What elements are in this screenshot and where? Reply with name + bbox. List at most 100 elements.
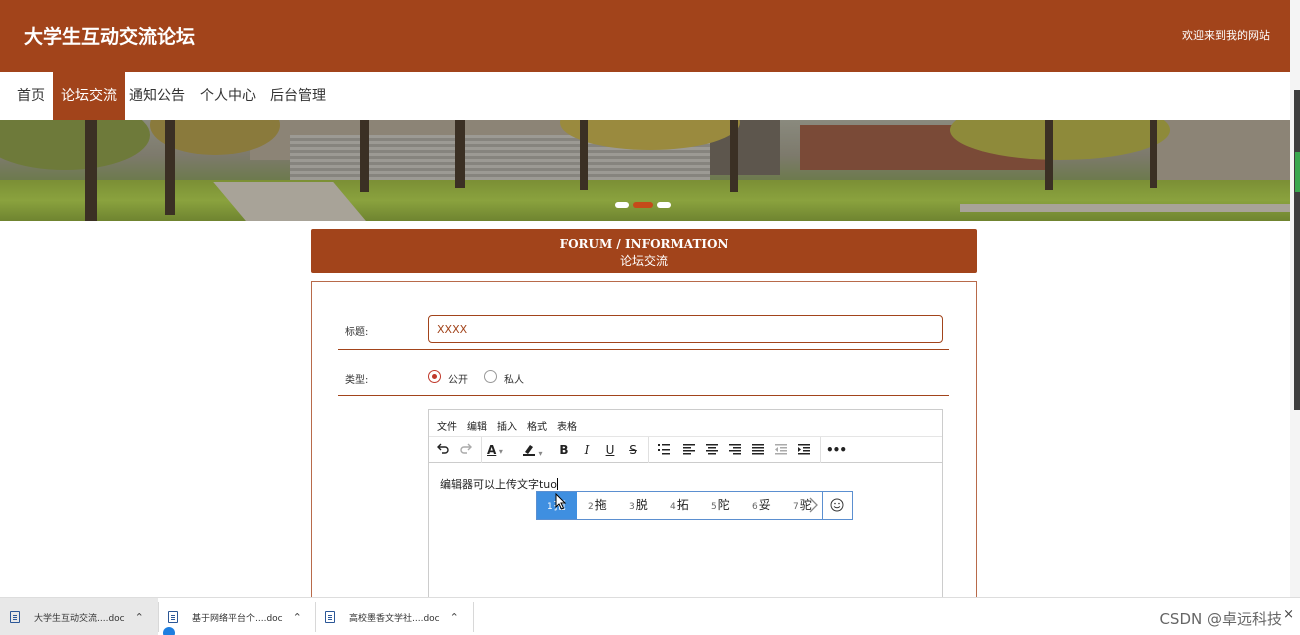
toolbar-separator: [481, 437, 482, 463]
mouse-cursor-icon: [555, 492, 567, 515]
form-divider: [338, 349, 949, 350]
banner-tree-trunk: [455, 120, 465, 188]
ime-candidate-bar: 1拖 2拖 3脱 4拓 5陀 6妥 7驼: [536, 491, 853, 520]
indent-icon[interactable]: [796, 442, 812, 458]
ime-candidate[interactable]: 4拓: [670, 492, 689, 519]
editor-content[interactable]: 编辑器可以上传文字tuo: [440, 476, 559, 492]
toolbar-separator: [648, 437, 649, 463]
page: 大学生互动交流论坛 欢迎来到我的网站 首页 论坛交流 通知公告 个人中心 后台管…: [0, 0, 1300, 635]
nav-item-admin[interactable]: 后台管理: [262, 72, 334, 120]
carousel-dot[interactable]: [615, 202, 629, 208]
text-color-icon[interactable]: A ▾: [487, 442, 517, 458]
download-item[interactable]: 高校墨香文学社....doc ⌃: [315, 598, 473, 635]
bold-icon[interactable]: B: [556, 442, 572, 458]
download-item[interactable]: 基于网络平台个....doc ⌃: [158, 598, 315, 635]
smiley-icon[interactable]: [830, 498, 844, 514]
carousel-dot-active[interactable]: [633, 202, 653, 208]
menu-insert[interactable]: 插入: [497, 418, 517, 433]
undo-icon[interactable]: [435, 442, 451, 458]
nav-item-notices[interactable]: 通知公告: [121, 72, 193, 120]
candidate-text: 拖: [594, 498, 607, 512]
underline-icon[interactable]: U: [602, 442, 618, 458]
menu-format[interactable]: 格式: [527, 418, 547, 433]
download-item-label: 基于网络平台个....doc: [192, 613, 283, 624]
section-header: FORUM / INFORMATION 论坛交流: [311, 229, 977, 273]
banner-tree-trunk: [85, 120, 97, 221]
strikethrough-icon[interactable]: S: [625, 442, 641, 458]
nav-item-personal-center[interactable]: 个人中心: [192, 72, 264, 120]
section-title-cn: 论坛交流: [619, 254, 668, 268]
radio-public[interactable]: [428, 370, 441, 383]
form-divider: [338, 395, 949, 396]
divider: [473, 602, 474, 632]
nav-item-forum[interactable]: 论坛交流: [53, 72, 125, 120]
download-bar: 大学生互动交流....doc ⌃ 基于网络平台个....doc ⌃ 高校墨香文学…: [0, 597, 1300, 635]
editor-text: 编辑器可以上传文字tuo: [440, 478, 558, 491]
banner-path: [960, 204, 1290, 212]
site-title[interactable]: 大学生互动交流论坛: [24, 22, 195, 49]
banner-lawn: [0, 180, 1290, 221]
candidate-text: 妥: [758, 498, 771, 512]
align-right-icon[interactable]: [727, 442, 743, 458]
text-caret: [557, 478, 559, 490]
menu-edit[interactable]: 编辑: [467, 418, 487, 433]
banner-carousel[interactable]: [0, 120, 1290, 221]
candidate-number: 3: [629, 502, 635, 512]
candidate-number: 1: [547, 502, 553, 512]
justify-icon[interactable]: [750, 442, 766, 458]
italic-icon[interactable]: I: [579, 442, 595, 458]
chevron-up-icon[interactable]: ⌃: [293, 611, 302, 624]
download-item-label: 大学生互动交流....doc: [34, 613, 125, 624]
outdent-icon[interactable]: [773, 442, 789, 458]
download-item[interactable]: 大学生互动交流....doc ⌃: [0, 598, 158, 635]
banner-tree-trunk: [360, 120, 369, 192]
highlight-icon[interactable]: ▾: [522, 442, 552, 458]
banner-tree-trunk: [730, 120, 738, 192]
close-icon[interactable]: ×: [1283, 607, 1294, 622]
ime-separator: [822, 492, 823, 519]
carousel-dot[interactable]: [657, 202, 671, 208]
chevron-up-icon[interactable]: ⌃: [135, 611, 144, 624]
more-icon[interactable]: •••: [826, 442, 847, 458]
document-icon: [325, 611, 335, 623]
ime-candidate[interactable]: 3脱: [629, 492, 648, 519]
redo-icon[interactable]: [458, 442, 474, 458]
banner-building: [1150, 120, 1290, 180]
candidate-text: 拓: [676, 498, 689, 512]
csdn-watermark: CSDN @卓远科技: [1159, 610, 1282, 628]
banner-tree-trunk: [1045, 120, 1053, 190]
toolbar-separator: [820, 437, 821, 463]
candidate-text: 陀: [717, 498, 730, 512]
nav-item-home[interactable]: 首页: [9, 72, 53, 120]
carousel-indicators: [615, 202, 671, 208]
title-input[interactable]: [428, 315, 943, 343]
ime-candidate[interactable]: 5陀: [711, 492, 730, 519]
ime-candidate[interactable]: 2拖: [588, 492, 607, 519]
scrollbar-marker: [1295, 152, 1300, 192]
ime-candidate[interactable]: 6妥: [752, 492, 771, 519]
align-left-icon[interactable]: [681, 442, 697, 458]
radio-private-label[interactable]: 私人: [504, 371, 524, 386]
candidate-number: 6: [752, 502, 758, 512]
welcome-text: 欢迎来到我的网站: [1182, 29, 1270, 42]
candidate-number: 2: [588, 502, 594, 512]
radio-public-label[interactable]: 公开: [448, 371, 468, 386]
menu-table[interactable]: 表格: [557, 418, 577, 433]
banner-tree-trunk: [580, 120, 588, 190]
align-center-icon[interactable]: [704, 442, 720, 458]
editor-menubar: 文件 编辑 插入 格式 表格: [429, 410, 942, 437]
type-label: 类型:: [345, 375, 369, 386]
site-header: 大学生互动交流论坛 欢迎来到我的网站: [0, 0, 1290, 72]
menu-file[interactable]: 文件: [437, 418, 457, 433]
radio-private[interactable]: [484, 370, 497, 383]
banner-tree-trunk: [165, 120, 175, 215]
notification-dot: [163, 627, 175, 635]
numbered-list-icon[interactable]: [656, 442, 672, 458]
candidate-text: 脱: [635, 498, 648, 512]
chevron-up-icon[interactable]: ⌃: [450, 611, 459, 624]
chevron-right-icon[interactable]: [807, 496, 819, 516]
document-icon: [168, 611, 178, 623]
scrollbar-thumb[interactable]: [1294, 90, 1300, 410]
candidate-number: 4: [670, 502, 676, 512]
editor-toolbar: A ▾ ▾ B I U S •••: [429, 437, 942, 463]
